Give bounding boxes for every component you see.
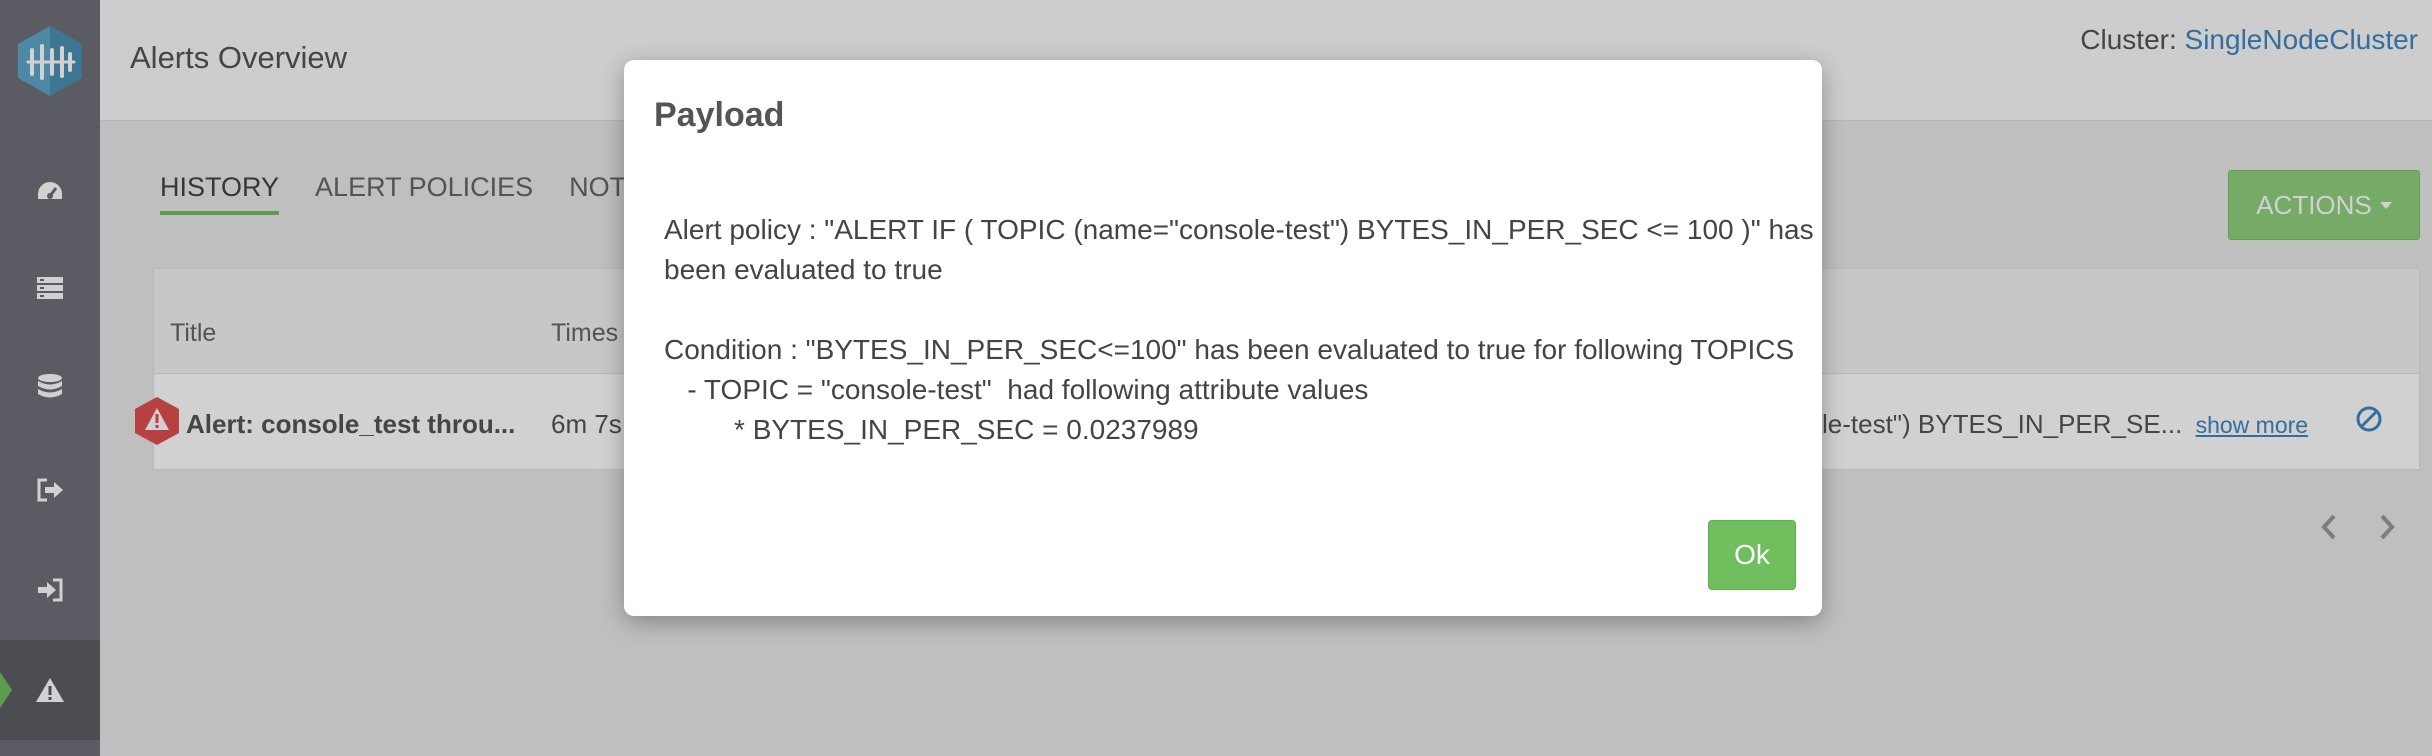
modal-body: Alert policy : "ALERT IF ( TOPIC (name="… — [664, 210, 1814, 450]
payload-line — [664, 290, 1784, 330]
payload-line: been evaluated to true — [664, 254, 943, 285]
ok-button[interactable]: Ok — [1708, 520, 1796, 590]
payload-line: - TOPIC = "console-test" had following a… — [664, 374, 1369, 405]
payload-line: * BYTES_IN_PER_SEC = 0.0237989 — [664, 414, 1199, 445]
payload-line: Condition : "BYTES_IN_PER_SEC<=100" has … — [664, 334, 1795, 365]
payload-line: Alert policy : "ALERT IF ( TOPIC (name="… — [664, 214, 1814, 245]
payload-modal: Payload Alert policy : "ALERT IF ( TOPIC… — [624, 60, 1822, 616]
modal-title: Payload — [654, 96, 785, 134]
